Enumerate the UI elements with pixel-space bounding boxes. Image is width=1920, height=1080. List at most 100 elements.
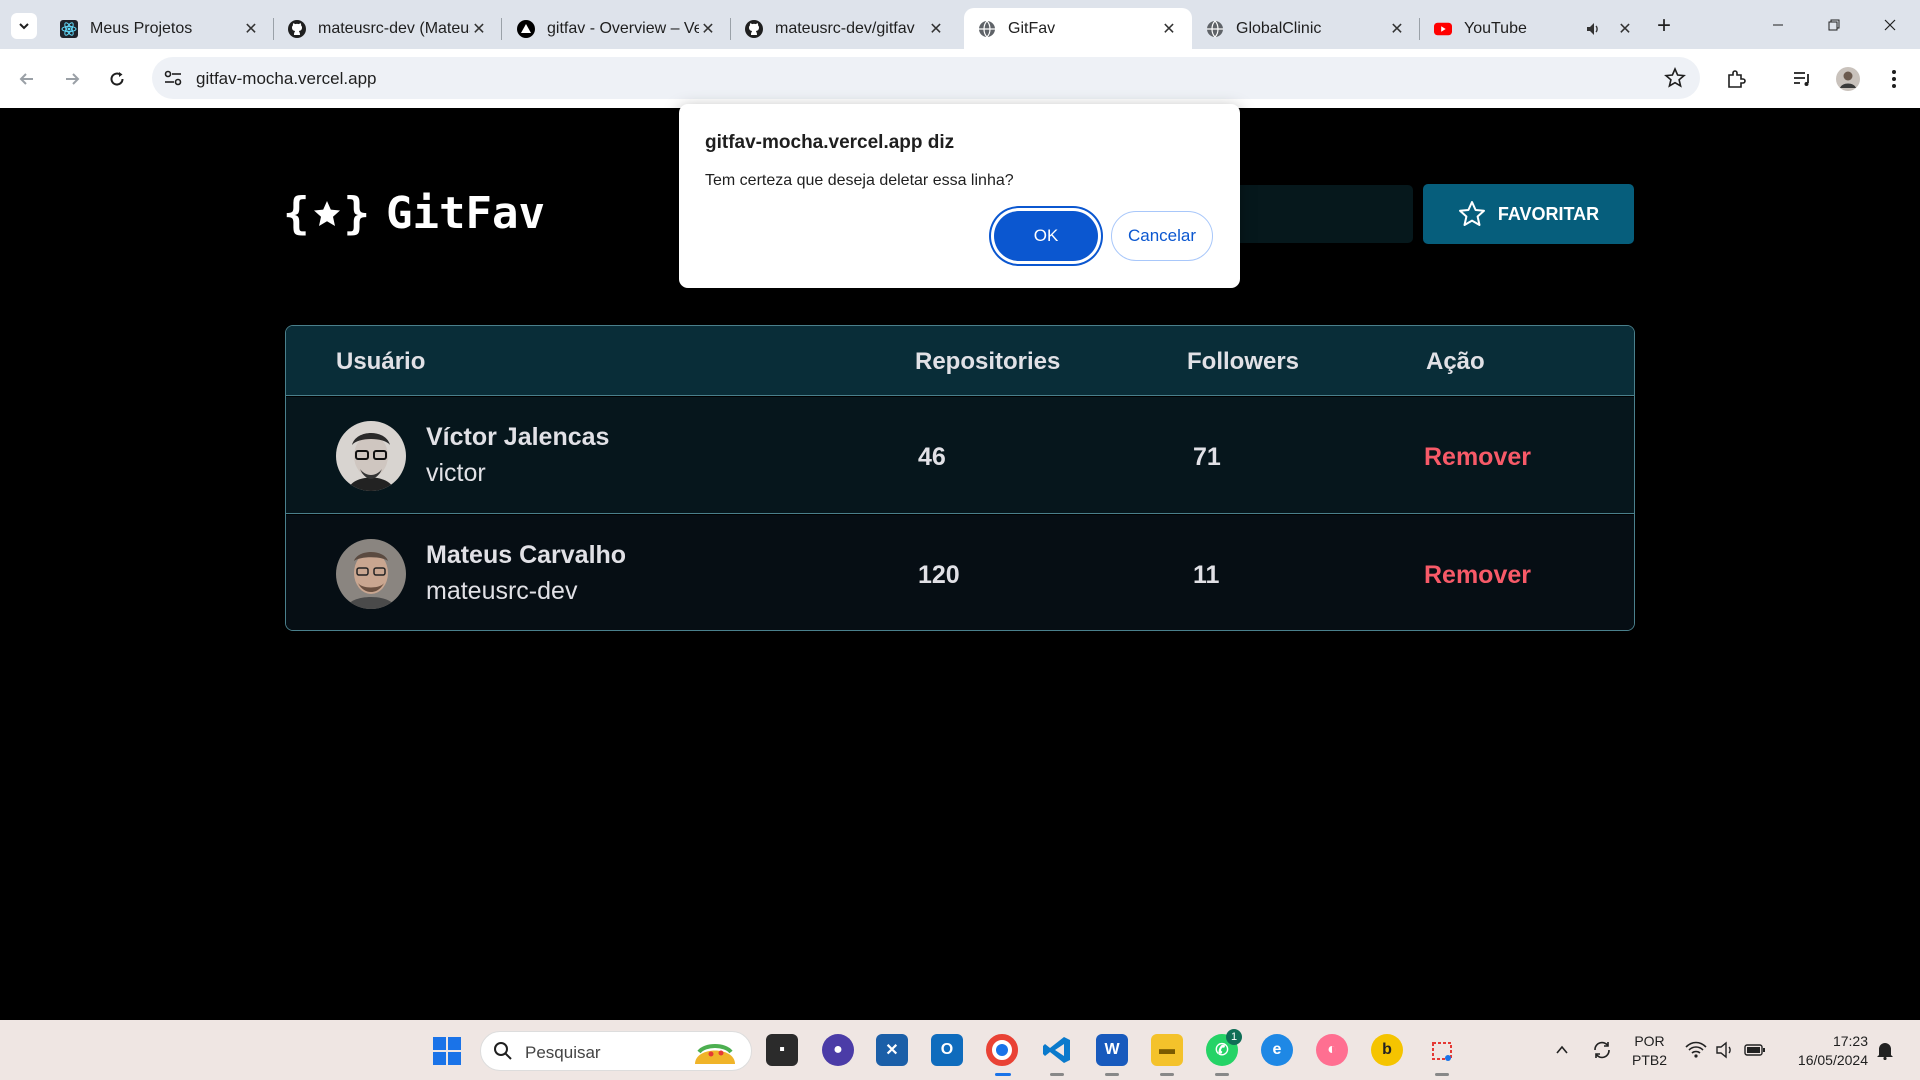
- speaker-icon[interactable]: [1584, 20, 1602, 38]
- close-icon[interactable]: ✕: [1160, 20, 1178, 38]
- gitfav-logo: { } GitFav: [283, 188, 545, 239]
- b-icon: b: [1382, 1041, 1392, 1058]
- show-hidden-icons-button[interactable]: [1550, 1038, 1574, 1062]
- system-clock[interactable]: 17:23 16/05/2024: [1786, 1032, 1868, 1070]
- tab-meus-projetos[interactable]: Meus Projetos ✕: [46, 8, 274, 49]
- taskbar-search-placeholder: Pesquisar: [525, 1043, 601, 1062]
- ok-button[interactable]: OK: [994, 211, 1098, 261]
- table-header: Usuário Repositories Followers Ação: [286, 326, 1634, 396]
- speaker-icon: [1716, 1041, 1731, 1059]
- react-icon: [60, 19, 78, 38]
- tab-globalclinic[interactable]: GlobalClinic ✕: [1192, 8, 1420, 49]
- battery-icon: [1744, 1044, 1765, 1056]
- folder-icon: ▬: [1159, 1041, 1175, 1058]
- notifications-button[interactable]: [1873, 1038, 1897, 1062]
- url-text[interactable]: gitfav-mocha.vercel.app: [196, 69, 376, 89]
- wifi-icon: [1685, 1041, 1707, 1058]
- avatar[interactable]: [336, 539, 406, 609]
- logo-brace-close: }: [343, 188, 371, 239]
- notification-badge: 1: [1226, 1029, 1242, 1045]
- keyboard-language[interactable]: POR PTB2: [1632, 1032, 1667, 1070]
- restore-button[interactable]: [1806, 0, 1862, 49]
- battery-tray[interactable]: [1743, 1038, 1767, 1062]
- tab-github-repo[interactable]: mateusrc-dev/gitfav ✕: [731, 8, 959, 49]
- tab-github-profile[interactable]: mateusrc-dev (Mateus Carvalho) ✕: [274, 8, 502, 49]
- tab-search-button[interactable]: [11, 13, 37, 39]
- favorite-button[interactable]: FAVORITAR: [1423, 184, 1634, 244]
- table-row: Mateus Carvalho mateusrc-dev 120 11 Remo…: [286, 515, 1634, 630]
- sync-icon: [1594, 1041, 1610, 1059]
- chrome-active-indicator: [995, 1073, 1011, 1076]
- user-login: mateusrc-dev: [426, 577, 578, 605]
- task-view-icon: ▪: [779, 1041, 785, 1058]
- github-user-search-input[interactable]: [1225, 185, 1413, 243]
- site-info-icon[interactable]: [162, 68, 184, 88]
- close-icon[interactable]: ✕: [927, 20, 945, 38]
- close-icon[interactable]: ✕: [1616, 20, 1634, 38]
- new-tab-button[interactable]: +: [1650, 12, 1678, 40]
- volume-tray[interactable]: [1713, 1038, 1737, 1062]
- minimize-button[interactable]: [1750, 0, 1806, 49]
- vscode-app[interactable]: [1041, 1034, 1073, 1066]
- user-name: Mateus Carvalho: [426, 541, 627, 569]
- globe-icon: [1206, 20, 1224, 38]
- close-icon[interactable]: ✕: [1388, 20, 1406, 38]
- remove-button[interactable]: Remover: [1424, 443, 1531, 472]
- search-icon: [494, 1042, 512, 1060]
- user-avatar-image: [336, 421, 406, 491]
- back-button[interactable]: [12, 64, 42, 94]
- repositories-count: 120: [918, 561, 960, 589]
- tab-title: GlobalClinic: [1236, 19, 1322, 37]
- tab-gitfav[interactable]: GitFav ✕: [964, 8, 1192, 49]
- favorites-table: Usuário Repositories Followers Ação Víct…: [285, 325, 1635, 631]
- task-view-app[interactable]: ▪: [766, 1034, 798, 1066]
- app-icon[interactable]: ◐: [1316, 1034, 1348, 1066]
- taskbar-search[interactable]: Pesquisar: [480, 1031, 752, 1071]
- edge-app[interactable]: e: [1261, 1034, 1293, 1066]
- snipping-tool-icon: [1432, 1042, 1452, 1061]
- tab-vercel-overview[interactable]: gitfav - Overview – Vercel ✕: [503, 8, 731, 49]
- avatar[interactable]: [336, 421, 406, 491]
- reload-button[interactable]: [102, 64, 132, 94]
- snipping-tool-app[interactable]: [1426, 1034, 1458, 1066]
- app-circle-icon: ●: [833, 1041, 843, 1058]
- remove-button[interactable]: Remover: [1424, 561, 1531, 590]
- chevron-down-icon: [19, 23, 29, 30]
- header-acao: Ação: [1426, 348, 1485, 375]
- file-explorer-app[interactable]: ▬: [1151, 1034, 1183, 1066]
- word-icon: W: [1104, 1041, 1120, 1058]
- followers-count: 11: [1193, 561, 1220, 589]
- chrome-app[interactable]: [986, 1034, 1018, 1066]
- tab-title: GitFav: [1008, 19, 1056, 37]
- wifi-tray[interactable]: [1684, 1038, 1708, 1062]
- github-icon: [288, 19, 306, 38]
- explorer-running-indicator: [1160, 1073, 1174, 1076]
- user-avatar-image: [336, 539, 406, 609]
- sync-tray[interactable]: [1590, 1038, 1614, 1062]
- profile-avatar[interactable]: [1834, 65, 1862, 93]
- close-icon[interactable]: ✕: [470, 20, 488, 38]
- media-controls-button[interactable]: [1788, 65, 1816, 93]
- chevron-up-icon: [1556, 1045, 1568, 1054]
- bookmark-star-icon[interactable]: [1664, 67, 1686, 89]
- app-icon[interactable]: ●: [822, 1034, 854, 1066]
- capcut-app[interactable]: ✕: [876, 1034, 908, 1066]
- confirm-dialog: gitfav-mocha.vercel.app diz Tem certeza …: [679, 104, 1240, 288]
- cancel-button[interactable]: Cancelar: [1111, 211, 1213, 261]
- forward-button[interactable]: [57, 64, 87, 94]
- edge-icon: e: [1272, 1041, 1282, 1058]
- logo-brace-open: {: [283, 188, 310, 239]
- close-icon[interactable]: ✕: [699, 20, 717, 38]
- window-close-button[interactable]: [1862, 0, 1918, 49]
- word-app[interactable]: W: [1096, 1034, 1128, 1066]
- arrow-left-icon: [19, 73, 33, 85]
- outlook-app[interactable]: O: [931, 1034, 963, 1066]
- browser-menu-button[interactable]: [1880, 65, 1908, 93]
- youtube-icon: [1434, 20, 1452, 38]
- tab-youtube[interactable]: YouTube ✕: [1420, 8, 1648, 49]
- address-bar[interactable]: gitfav-mocha.vercel.app: [152, 57, 1700, 99]
- windows-start-icon[interactable]: [432, 1036, 462, 1066]
- close-icon[interactable]: ✕: [242, 20, 260, 38]
- extensions-button[interactable]: [1722, 65, 1750, 93]
- app-icon[interactable]: b: [1371, 1034, 1403, 1066]
